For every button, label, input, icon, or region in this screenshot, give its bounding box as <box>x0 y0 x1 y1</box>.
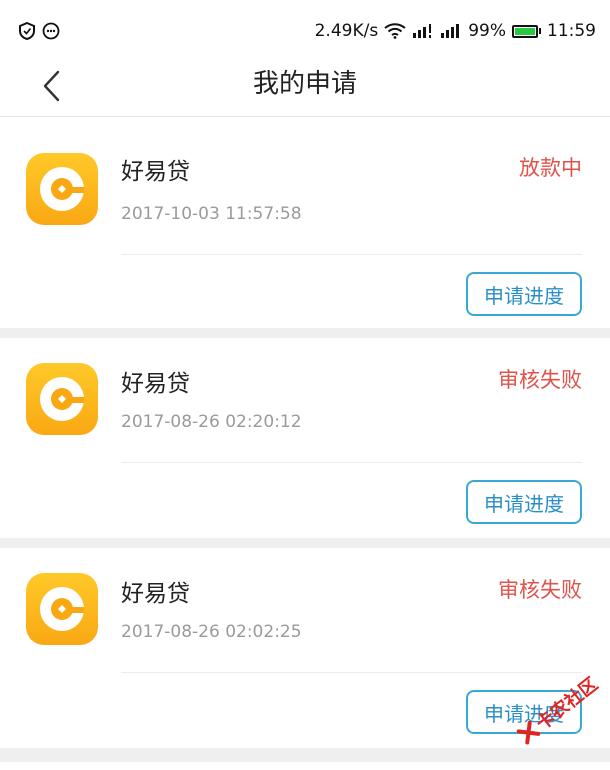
signal-icon <box>412 23 434 39</box>
status-right-icons: 2.49K/s 99% 11:59 <box>315 21 596 41</box>
network-speed: 2.49K/s <box>314 21 379 41</box>
application-progress-button[interactable]: 申请进度 <box>466 272 582 316</box>
signal-icon-2 <box>440 23 462 39</box>
status-badge: 放款中 <box>519 156 582 180</box>
divider <box>121 254 582 255</box>
chevron-left-icon <box>43 70 60 102</box>
section-gap <box>0 328 610 338</box>
divider <box>121 672 582 673</box>
app-name: 好易贷 <box>121 371 190 397</box>
status-badge: 审核失败 <box>498 578 582 602</box>
divider <box>121 462 582 463</box>
clock: 11:59 <box>547 21 596 41</box>
app-logo-icon <box>26 573 98 645</box>
section-gap <box>0 538 610 548</box>
message-icon <box>42 22 60 40</box>
status-left-icons <box>18 22 60 40</box>
page-title: 我的申请 <box>252 69 357 99</box>
application-card: 好易贷 2017-10-03 11:57:58 放款中 申请进度 <box>0 118 610 328</box>
section-gap <box>0 748 610 762</box>
status-bar: 2.49K/s 99% 11:59 <box>0 0 610 62</box>
back-button[interactable] <box>32 66 72 106</box>
app-logo-icon <box>26 153 98 225</box>
application-date: 2017-08-26 02:02:25 <box>121 622 302 642</box>
battery-icon <box>512 24 541 38</box>
header: 我的申请 <box>0 62 610 117</box>
app-logo-icon <box>26 363 98 435</box>
application-progress-button[interactable]: 申请进度 <box>466 480 582 524</box>
status-badge: 审核失败 <box>498 368 582 392</box>
application-date: 2017-08-26 02:20:12 <box>121 412 302 432</box>
app-name: 好易贷 <box>121 159 190 185</box>
battery-percent: 99% <box>468 21 506 41</box>
app-name: 好易贷 <box>121 581 190 607</box>
application-date: 2017-10-03 11:57:58 <box>121 204 302 224</box>
watermark-text: 卡农社区 <box>532 673 603 735</box>
application-card: 好易贷 2017-08-26 02:20:12 审核失败 申请进度 <box>0 338 610 548</box>
shield-icon <box>18 22 36 40</box>
wifi-icon <box>384 23 406 39</box>
